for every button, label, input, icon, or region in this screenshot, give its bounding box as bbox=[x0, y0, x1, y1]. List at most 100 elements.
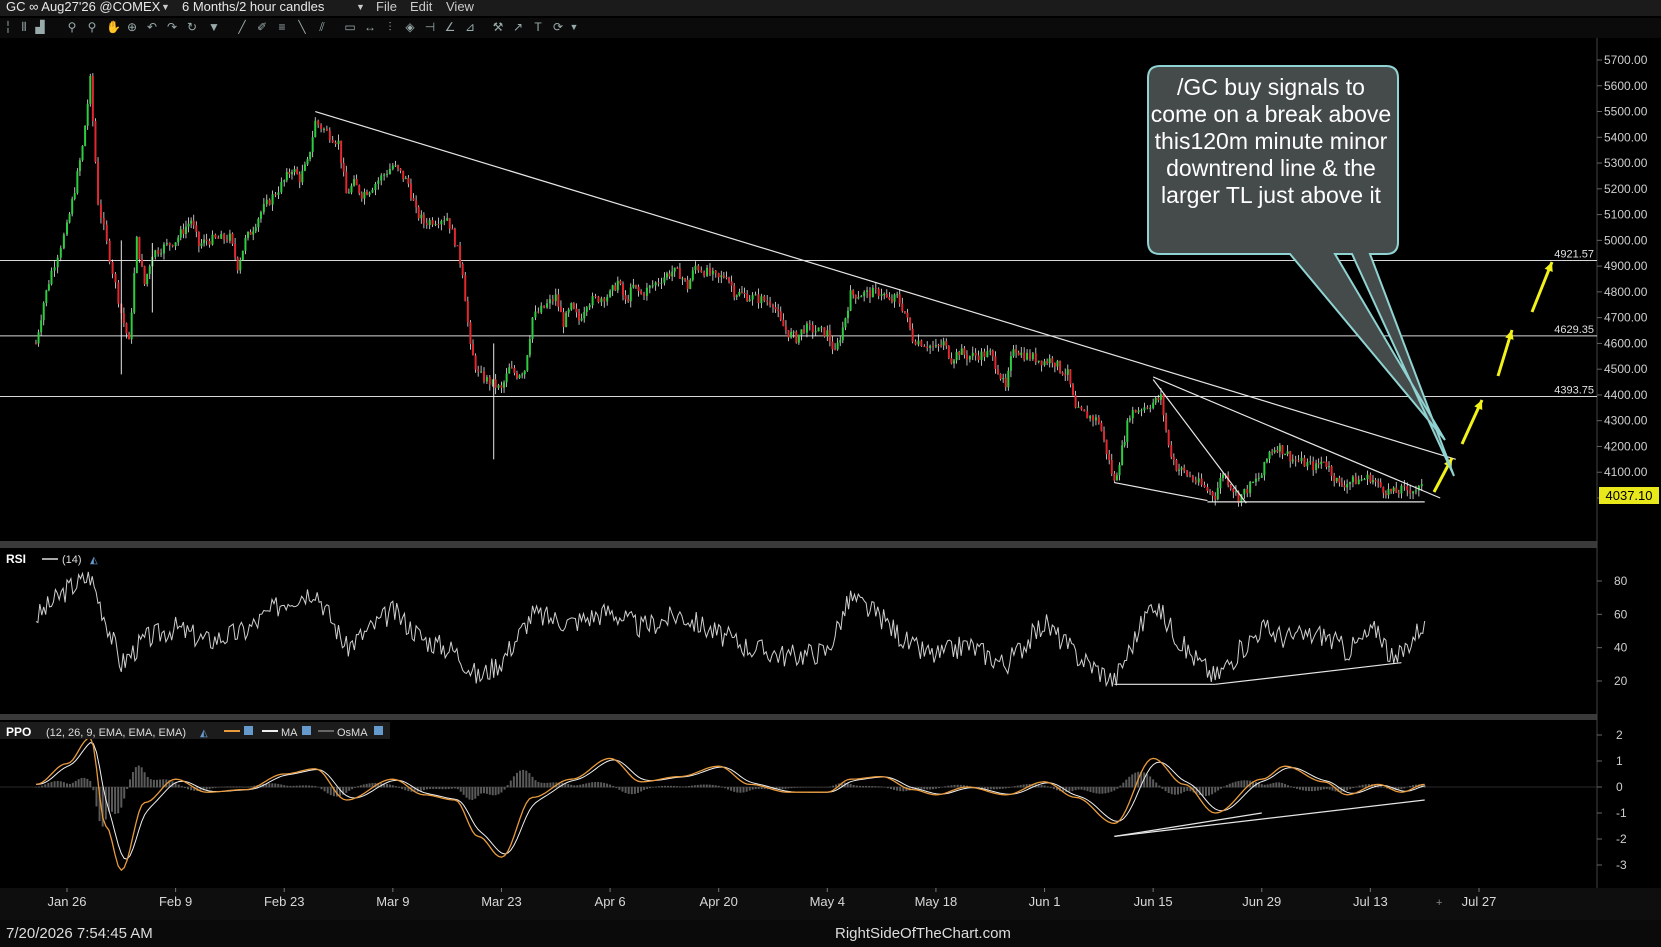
candle-body bbox=[1040, 360, 1043, 366]
osma-bar bbox=[612, 785, 615, 788]
candle-body bbox=[866, 290, 869, 292]
candle-body bbox=[1300, 457, 1303, 462]
candle bbox=[241, 250, 244, 261]
ma-checkbox-icon[interactable] bbox=[302, 726, 311, 735]
candle-body bbox=[994, 356, 997, 370]
osma-bar bbox=[708, 784, 711, 788]
ppo-checkbox-icon[interactable] bbox=[244, 726, 253, 735]
candle-body bbox=[974, 352, 977, 356]
candle-body bbox=[1007, 370, 1010, 388]
candle bbox=[977, 350, 980, 363]
candle-body bbox=[728, 277, 731, 282]
candle bbox=[722, 272, 725, 279]
candle bbox=[165, 238, 168, 247]
candle bbox=[1189, 471, 1192, 478]
candle-body bbox=[148, 266, 151, 274]
candle-body bbox=[611, 285, 614, 291]
osma-bar bbox=[311, 785, 314, 788]
osma-checkbox-icon[interactable] bbox=[374, 726, 383, 735]
x-tick-label: Jun 1 bbox=[1029, 894, 1061, 909]
candle bbox=[1017, 350, 1020, 356]
osma-bar bbox=[62, 782, 65, 788]
candle bbox=[766, 295, 769, 306]
chart-area[interactable]: 5700.00 5600.00 5500.00 5400.00 5300.00 5200.… bbox=[0, 0, 1661, 920]
panel-separator[interactable] bbox=[0, 541, 1597, 548]
candle bbox=[609, 289, 612, 298]
candle bbox=[239, 257, 242, 274]
price-tick-label: 4900.00 bbox=[1604, 259, 1648, 273]
candle bbox=[317, 119, 320, 128]
candle-body bbox=[901, 303, 904, 312]
osma-bar bbox=[799, 787, 802, 788]
osma-bar bbox=[77, 779, 80, 788]
candle bbox=[62, 232, 65, 250]
candle bbox=[1110, 453, 1113, 477]
candle-body bbox=[220, 234, 223, 239]
osma-bar bbox=[693, 785, 696, 788]
candle bbox=[937, 343, 940, 352]
candle-body bbox=[738, 291, 741, 296]
last-price-marker: 4037.10 bbox=[1599, 487, 1659, 504]
ppo-tick-label: -1 bbox=[1616, 806, 1627, 820]
candle-body bbox=[1128, 418, 1131, 421]
osma-bar bbox=[861, 785, 864, 788]
candle-body bbox=[774, 307, 777, 310]
candle-body bbox=[350, 185, 353, 193]
candle bbox=[562, 307, 565, 334]
candle bbox=[1390, 488, 1393, 494]
candle bbox=[676, 266, 679, 269]
rsi-line bbox=[35, 571, 1426, 688]
ppo-trendline[interactable] bbox=[1114, 799, 1425, 837]
rsi-trendline[interactable] bbox=[1215, 662, 1402, 685]
candle-body bbox=[800, 329, 803, 335]
candle bbox=[994, 351, 997, 374]
osma-bar bbox=[1290, 786, 1293, 788]
osma-bar bbox=[1001, 787, 1004, 789]
trendline[interactable] bbox=[1114, 481, 1208, 502]
candle-body bbox=[823, 327, 826, 337]
candle bbox=[157, 247, 160, 257]
osma-bar bbox=[778, 787, 781, 790]
candle bbox=[1315, 459, 1318, 474]
candle bbox=[903, 311, 906, 314]
panel-separator[interactable] bbox=[0, 714, 1597, 720]
candle bbox=[451, 224, 454, 230]
trendline[interactable] bbox=[1152, 379, 1247, 504]
rsi-settings-icon[interactable]: ◭ bbox=[90, 555, 98, 566]
osma-bar bbox=[1013, 786, 1016, 788]
candle bbox=[657, 277, 660, 287]
candle bbox=[1369, 472, 1372, 484]
candle-body bbox=[839, 340, 842, 343]
candle-body bbox=[1002, 377, 1005, 379]
candle bbox=[1069, 369, 1072, 388]
candle-body bbox=[78, 160, 81, 172]
candle bbox=[583, 306, 586, 323]
candle bbox=[844, 317, 847, 331]
candle-body bbox=[950, 358, 953, 364]
osma-bar bbox=[83, 777, 86, 788]
osma-bar bbox=[1007, 787, 1010, 788]
osma-bar bbox=[509, 780, 512, 788]
candle-body bbox=[1392, 487, 1395, 492]
level-label: 4393.75 bbox=[1554, 385, 1594, 397]
candle-body bbox=[108, 240, 111, 263]
osma-bar bbox=[506, 785, 509, 788]
ppo-trendline[interactable] bbox=[1114, 812, 1262, 837]
candle-body bbox=[1243, 488, 1246, 495]
candle-body bbox=[792, 331, 795, 333]
candle-body bbox=[285, 172, 288, 181]
candle-body bbox=[157, 250, 160, 255]
candle-body bbox=[603, 298, 606, 302]
ppo-settings-icon[interactable]: ◭ bbox=[200, 728, 208, 739]
candle bbox=[114, 272, 117, 289]
candle-body bbox=[518, 375, 521, 378]
candle-body bbox=[989, 350, 992, 352]
osma-bar bbox=[1128, 776, 1131, 788]
candle bbox=[559, 300, 562, 313]
osma-bar bbox=[356, 786, 359, 788]
candle-body bbox=[477, 369, 480, 372]
candle bbox=[138, 236, 141, 263]
candle bbox=[469, 320, 472, 350]
osma-bar bbox=[1116, 787, 1119, 789]
price-tick-label: 5500.00 bbox=[1604, 105, 1648, 119]
